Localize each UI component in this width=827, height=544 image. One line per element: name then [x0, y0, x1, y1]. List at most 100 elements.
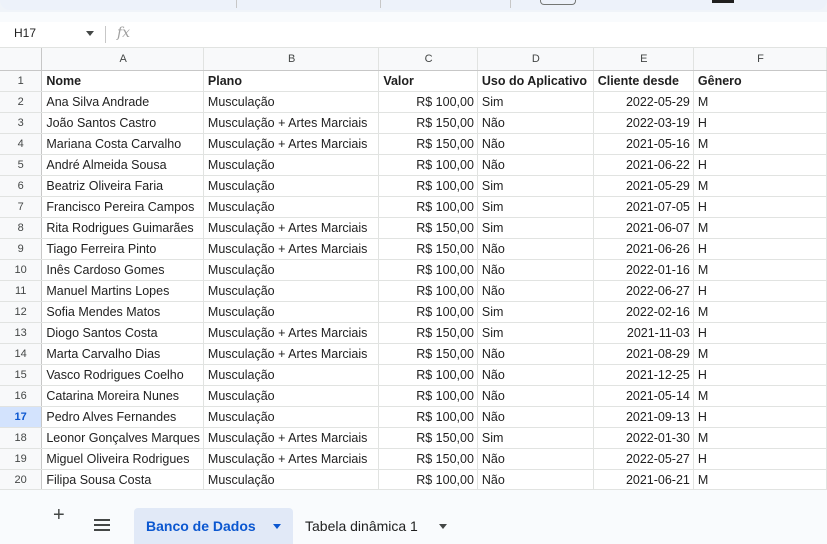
- cell[interactable]: 2021-11-03: [593, 322, 694, 344]
- cell[interactable]: Não: [477, 385, 594, 407]
- cell[interactable]: H: [693, 364, 827, 386]
- row-header[interactable]: 10: [0, 259, 43, 281]
- cell[interactable]: Musculação + Artes Marciais: [203, 343, 380, 365]
- cell[interactable]: Sim: [477, 301, 594, 323]
- cell[interactable]: Musculação: [203, 469, 380, 489]
- row-header[interactable]: 4: [0, 133, 43, 155]
- cell[interactable]: Filipa Sousa Costa: [41, 469, 204, 489]
- chevron-down-icon[interactable]: [273, 524, 281, 529]
- cell[interactable]: Marta Carvalho Dias: [41, 343, 204, 365]
- cell[interactable]: Musculação + Artes Marciais: [203, 238, 380, 260]
- column-header[interactable]: B: [203, 48, 380, 71]
- cell[interactable]: Musculação + Artes Marciais: [203, 133, 380, 155]
- cell[interactable]: Nome: [41, 70, 204, 92]
- cell[interactable]: Francisco Pereira Campos: [41, 196, 204, 218]
- cell[interactable]: H: [693, 280, 827, 302]
- cell[interactable]: Mariana Costa Carvalho: [41, 133, 204, 155]
- cell[interactable]: M: [693, 343, 827, 365]
- cell[interactable]: Miguel Oliveira Rodrigues: [41, 448, 204, 470]
- name-box[interactable]: H17: [14, 26, 36, 40]
- cell[interactable]: R$ 150,00: [378, 427, 478, 449]
- cell[interactable]: Ana Silva Andrade: [41, 91, 204, 113]
- cell[interactable]: Musculação + Artes Marciais: [203, 427, 380, 449]
- cell[interactable]: R$ 100,00: [378, 406, 478, 428]
- cell[interactable]: H: [693, 238, 827, 260]
- column-header[interactable]: F: [693, 48, 827, 71]
- cell[interactable]: Rita Rodrigues Guimarães: [41, 217, 204, 239]
- cell[interactable]: 2022-05-27: [593, 448, 694, 470]
- cell[interactable]: Musculação + Artes Marciais: [203, 112, 380, 134]
- cell[interactable]: 2021-07-05: [593, 196, 694, 218]
- column-header[interactable]: A: [41, 48, 204, 71]
- cell[interactable]: 2021-06-07: [593, 217, 694, 239]
- cell[interactable]: Leonor Gonçalves Marques: [41, 427, 204, 449]
- cell[interactable]: Musculação + Artes Marciais: [203, 448, 380, 470]
- cell[interactable]: Sim: [477, 217, 594, 239]
- cell[interactable]: Musculação: [203, 406, 380, 428]
- cell[interactable]: M: [693, 301, 827, 323]
- cell[interactable]: Beatriz Oliveira Faria: [41, 175, 204, 197]
- cell[interactable]: Sim: [477, 427, 594, 449]
- row-header[interactable]: 15: [0, 364, 43, 386]
- column-header[interactable]: C: [378, 48, 478, 71]
- cell[interactable]: Sim: [477, 322, 594, 344]
- cell[interactable]: Musculação: [203, 175, 380, 197]
- text-color-indicator[interactable]: [712, 0, 734, 3]
- cell[interactable]: Não: [477, 469, 594, 489]
- chevron-down-icon[interactable]: [439, 524, 447, 529]
- cell[interactable]: 2022-01-30: [593, 427, 694, 449]
- column-header[interactable]: E: [593, 48, 694, 71]
- cell[interactable]: Sofia Mendes Matos: [41, 301, 204, 323]
- cell[interactable]: Tiago Ferreira Pinto: [41, 238, 204, 260]
- cell[interactable]: Cliente desde: [593, 70, 694, 92]
- row-header[interactable]: 20: [0, 469, 43, 489]
- cell[interactable]: R$ 100,00: [378, 175, 478, 197]
- row-header[interactable]: 12: [0, 301, 43, 323]
- cell[interactable]: R$ 100,00: [378, 385, 478, 407]
- cell[interactable]: 2021-12-25: [593, 364, 694, 386]
- row-header[interactable]: 3: [0, 112, 43, 134]
- cell[interactable]: H: [693, 322, 827, 344]
- cell[interactable]: Musculação: [203, 280, 380, 302]
- row-header[interactable]: 13: [0, 322, 43, 344]
- cell[interactable]: R$ 150,00: [378, 217, 478, 239]
- cell[interactable]: M: [693, 385, 827, 407]
- cell[interactable]: Pedro Alves Fernandes: [41, 406, 204, 428]
- cell[interactable]: M: [693, 427, 827, 449]
- all-sheets-menu-icon[interactable]: [94, 519, 110, 534]
- cell[interactable]: Inês Cardoso Gomes: [41, 259, 204, 281]
- cell[interactable]: H: [693, 154, 827, 176]
- cell[interactable]: R$ 150,00: [378, 322, 478, 344]
- cell[interactable]: 2021-09-13: [593, 406, 694, 428]
- cell[interactable]: Vasco Rodrigues Coelho: [41, 364, 204, 386]
- row-header[interactable]: 8: [0, 217, 43, 239]
- cell[interactable]: Musculação: [203, 91, 380, 113]
- row-header[interactable]: 14: [0, 343, 43, 365]
- toolbar-control[interactable]: [540, 0, 576, 5]
- cell[interactable]: R$ 100,00: [378, 196, 478, 218]
- cell[interactable]: R$ 100,00: [378, 469, 478, 489]
- cell[interactable]: Não: [477, 112, 594, 134]
- cell[interactable]: H: [693, 448, 827, 470]
- cell[interactable]: R$ 100,00: [378, 364, 478, 386]
- sheet-tab-tabela-dinamica[interactable]: Tabela dinâmica 1: [293, 508, 458, 544]
- cell[interactable]: M: [693, 259, 827, 281]
- row-header[interactable]: 2: [0, 91, 43, 113]
- cell[interactable]: H: [693, 406, 827, 428]
- cell[interactable]: Diogo Santos Costa: [41, 322, 204, 344]
- cell[interactable]: João Santos Castro: [41, 112, 204, 134]
- cell[interactable]: Musculação: [203, 154, 380, 176]
- chevron-down-icon[interactable]: [86, 31, 94, 36]
- row-header[interactable]: 7: [0, 196, 43, 218]
- cell[interactable]: Musculação: [203, 301, 380, 323]
- cell[interactable]: Sim: [477, 175, 594, 197]
- cell[interactable]: R$ 100,00: [378, 280, 478, 302]
- cell[interactable]: R$ 150,00: [378, 133, 478, 155]
- cell[interactable]: M: [693, 217, 827, 239]
- cell[interactable]: 2021-06-22: [593, 154, 694, 176]
- select-all-corner[interactable]: [0, 48, 43, 71]
- cell[interactable]: R$ 150,00: [378, 238, 478, 260]
- row-header[interactable]: 17: [0, 406, 43, 428]
- row-header[interactable]: 19: [0, 448, 43, 470]
- cell[interactable]: 2022-01-16: [593, 259, 694, 281]
